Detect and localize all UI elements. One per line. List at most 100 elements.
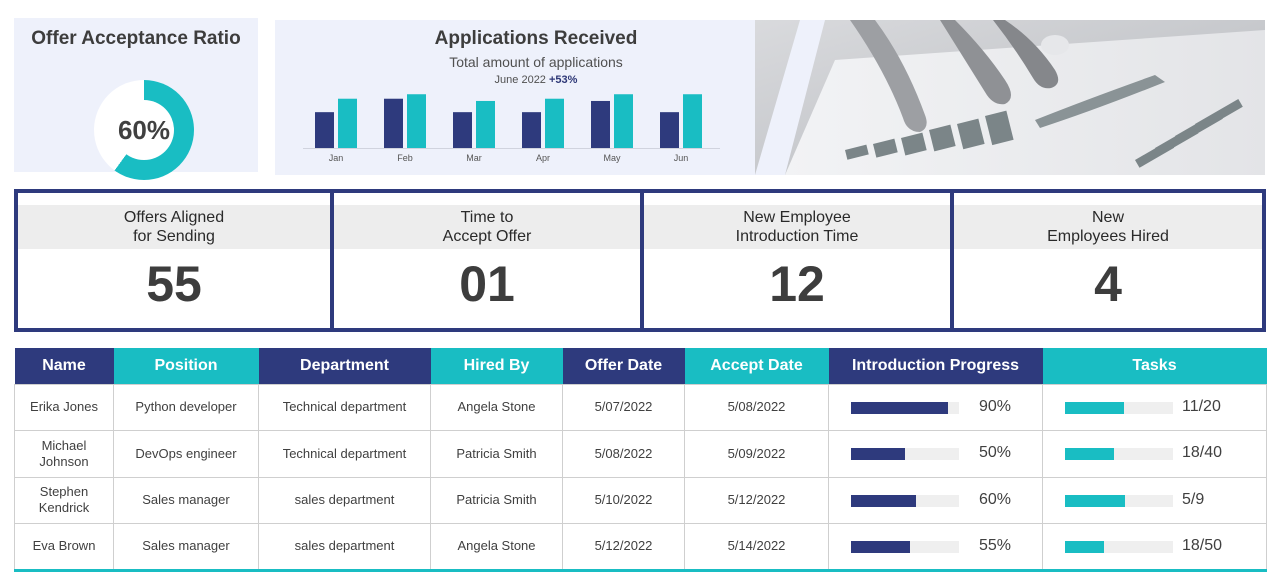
column-header-accept-date[interactable]: Accept Date [684, 348, 829, 384]
offer-acceptance-title: Offer Acceptance Ratio [31, 28, 241, 49]
cell-position: Python developer [113, 383, 259, 431]
kpi-label: Offers Aligned for Sending [18, 205, 330, 249]
cell-tasks: 18/40 [1042, 430, 1267, 478]
kpi-label: New Employee Introduction Time [644, 205, 950, 249]
bar-jun-series-1 [660, 112, 679, 148]
cell-hired-by: Patricia Smith [430, 476, 563, 524]
table-row[interactable]: Michael Johnson DevOps engineer Technica… [14, 430, 1267, 478]
tasks-track [1065, 401, 1173, 414]
progress-track [851, 494, 959, 507]
cell-department: sales department [258, 476, 431, 524]
hands-on-report-photo [755, 20, 1265, 175]
table-row[interactable]: Eva Brown Sales manager sales department… [14, 523, 1267, 572]
applications-subtitle: Total amount of applications [449, 54, 623, 70]
kpi-introduction-time: New Employee Introduction Time 12 [644, 193, 950, 328]
x-tick-label-apr: Apr [536, 153, 550, 163]
kpi-row: Offers Aligned for Sending 55 Time to Ac… [14, 189, 1266, 332]
progress-fill [851, 448, 905, 460]
kpi-label: Time to Accept Offer [334, 205, 640, 249]
offer-acceptance-value: 60% [117, 115, 171, 145]
cell-department: sales department [258, 523, 431, 572]
kpi-label: New Employees Hired [954, 205, 1262, 249]
progress-fill [851, 494, 916, 507]
cell-department: Technical department [258, 430, 431, 478]
cell-tasks: 18/50 [1042, 523, 1267, 572]
cell-accept-date: 5/12/2022 [684, 476, 829, 524]
column-header-introduction-progress[interactable]: Introduction Progress [828, 348, 1043, 384]
cell-position: Sales manager [113, 523, 259, 572]
tasks-label: 11/20 [1182, 397, 1221, 415]
column-header-hired-by[interactable]: Hired By [430, 348, 563, 384]
cell-introduction-progress: 50% [828, 430, 1043, 478]
bar-may-series-1 [591, 100, 610, 148]
table-header-row: Name Position Department Hired By Offer … [14, 348, 1267, 384]
applications-title: Applications Received [434, 28, 638, 49]
offer-acceptance-donut: 60% [94, 80, 194, 180]
progress-label: 55% [979, 537, 1012, 554]
column-header-name[interactable]: Name [14, 348, 114, 384]
column-header-offer-date[interactable]: Offer Date [562, 348, 685, 384]
applications-panel: Applications Received Total amount of ap… [275, 20, 1265, 175]
progress-label: 90% [979, 397, 1012, 415]
column-header-department[interactable]: Department [258, 348, 431, 384]
bar-feb-series-2 [407, 94, 426, 148]
cell-name: Eva Brown [14, 523, 114, 572]
bar-mar-series-1 [453, 112, 472, 148]
bar-apr-series-2 [545, 98, 564, 148]
cell-hired-by: Angela Stone [430, 383, 563, 431]
table-row[interactable]: Erika Jones Python developer Technical d… [14, 383, 1267, 431]
applications-change: +53% [549, 74, 578, 86]
tasks-fill [1065, 494, 1125, 507]
progress-label: 50% [979, 444, 1012, 461]
x-tick-label-jan: Jan [329, 153, 344, 163]
cell-hired-by: Patricia Smith [430, 430, 563, 478]
progress-fill [851, 541, 911, 553]
offer-acceptance-panel: Offer Acceptance Ratio 60% [14, 18, 258, 180]
cell-introduction-progress: 60% [828, 476, 1043, 524]
progress-track [851, 541, 959, 553]
x-tick-label-may: May [603, 153, 621, 163]
x-tick-label-feb: Feb [397, 153, 413, 163]
kpi-offers-aligned: Offers Aligned for Sending 55 [18, 193, 330, 328]
cell-accept-date: 5/14/2022 [684, 523, 829, 572]
cell-offer-date: 5/08/2022 [562, 430, 685, 478]
progress-track [851, 448, 959, 460]
kpi-time-to-accept: Time to Accept Offer 01 [334, 193, 640, 328]
kpi-value: 12 [769, 256, 825, 312]
cell-position: DevOps engineer [113, 430, 259, 478]
cell-offer-date: 5/12/2022 [562, 523, 685, 572]
cell-tasks: 5/9 [1042, 476, 1267, 524]
bar-may-series-2 [614, 94, 633, 148]
tasks-fill [1065, 401, 1125, 414]
cell-department: Technical department [258, 383, 431, 431]
tasks-fill [1065, 448, 1114, 460]
kpi-value: 01 [459, 256, 515, 312]
bar-jun-series-2 [683, 94, 702, 148]
column-header-tasks[interactable]: Tasks [1042, 348, 1267, 384]
table-row[interactable]: Stephen Kendrick Sales manager sales dep… [14, 476, 1267, 524]
cell-position: Sales manager [113, 476, 259, 524]
cell-introduction-progress: 55% [828, 523, 1043, 572]
applications-period-date: June 2022 [494, 74, 546, 86]
applications-bar-chart: Jan Feb Mar Apr May Jun [303, 94, 720, 163]
kpi-value: 55 [146, 256, 202, 312]
x-tick-label-mar: Mar [466, 153, 482, 163]
tasks-track [1065, 494, 1173, 507]
tasks-fill [1065, 541, 1104, 553]
tasks-track [1065, 541, 1173, 553]
column-header-position[interactable]: Position [113, 348, 259, 384]
cell-name: Stephen Kendrick [14, 476, 114, 524]
new-employee-table: Name Position Department Hired By Offer … [14, 348, 1267, 572]
cell-name: Erika Jones [14, 383, 114, 431]
kpi-value: 4 [1094, 256, 1122, 312]
cell-offer-date: 5/10/2022 [562, 476, 685, 524]
cell-offer-date: 5/07/2022 [562, 383, 685, 431]
cell-accept-date: 5/08/2022 [684, 383, 829, 431]
progress-label: 60% [979, 490, 1012, 508]
bar-jan-series-2 [338, 98, 357, 148]
tasks-label: 5/9 [1182, 490, 1205, 508]
tasks-label: 18/40 [1182, 444, 1223, 461]
cell-name: Michael Johnson [14, 430, 114, 478]
bar-mar-series-2 [476, 100, 495, 148]
progress-track [851, 401, 959, 414]
